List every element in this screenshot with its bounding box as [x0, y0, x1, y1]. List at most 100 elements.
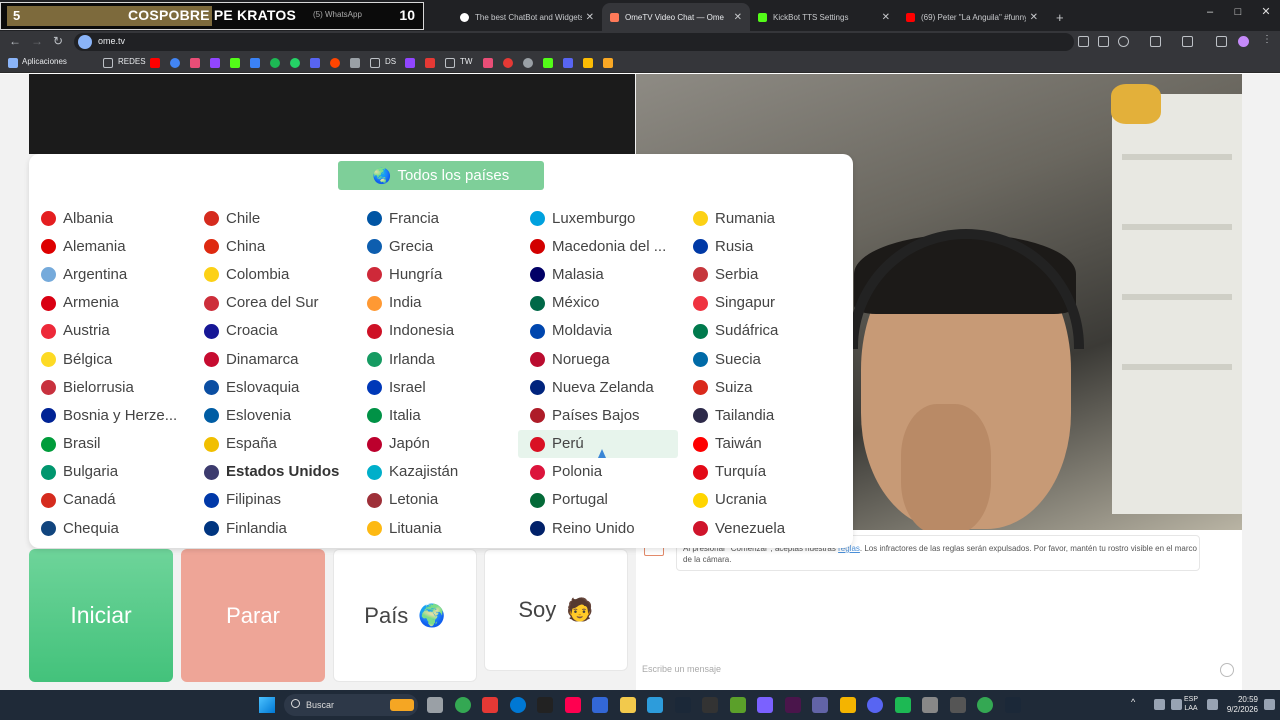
task-view-icon[interactable]: [427, 697, 443, 713]
bookmark-icon[interactable]: [190, 58, 200, 68]
bookmark-icon[interactable]: [563, 58, 573, 68]
country-option[interactable]: Reino Unido: [518, 514, 678, 542]
tray-chevron-icon[interactable]: ^: [1131, 697, 1142, 708]
app-icon[interactable]: [785, 697, 801, 713]
country-option[interactable]: Indonesia: [355, 317, 515, 345]
country-option[interactable]: Países Bajos: [518, 401, 678, 429]
bookmark-icon[interactable]: [523, 58, 533, 68]
bookmark-icon[interactable]: [543, 58, 553, 68]
country-option[interactable]: Eslovaquia: [192, 373, 352, 401]
new-tab-button[interactable]: +: [1048, 3, 1068, 31]
country-option[interactable]: México: [518, 289, 678, 317]
tiktok-icon[interactable]: [565, 697, 581, 713]
tab-chatbot-widgets[interactable]: The best ChatBot and Widgets ✕: [452, 3, 602, 31]
country-option[interactable]: Noruega: [518, 345, 678, 373]
country-option[interactable]: Francia: [355, 204, 515, 232]
settings-icon[interactable]: [922, 697, 938, 713]
minimize-button[interactable]: –: [1196, 0, 1224, 24]
edge-icon[interactable]: [510, 697, 526, 713]
country-option[interactable]: Bélgica: [29, 345, 189, 373]
chrome-icon[interactable]: [455, 697, 471, 713]
close-window-button[interactable]: ✕: [1252, 0, 1280, 24]
notes-icon[interactable]: [620, 697, 636, 713]
youtube-bookmark-icon[interactable]: [150, 58, 160, 68]
extensions-icon[interactable]: [1150, 36, 1161, 47]
network-icon[interactable]: [1171, 699, 1182, 710]
country-option[interactable]: Lituania: [355, 514, 515, 542]
country-option[interactable]: China: [192, 232, 352, 260]
bookmark-icon[interactable]: [425, 58, 435, 68]
country-option[interactable]: Luxemburgo: [518, 204, 678, 232]
clock[interactable]: 20:59 9/2/2026: [1227, 695, 1258, 715]
country-option[interactable]: Argentina: [29, 260, 189, 288]
country-option[interactable]: Hungría: [355, 260, 515, 288]
minecraft-icon[interactable]: [730, 697, 746, 713]
obs-icon[interactable]: [702, 697, 718, 713]
windows-start-icon[interactable]: [259, 697, 275, 713]
country-option[interactable]: India: [355, 289, 515, 317]
country-option[interactable]: Tailandia: [681, 401, 841, 429]
downloads-icon[interactable]: [1216, 36, 1227, 47]
country-option[interactable]: Filipinas: [192, 486, 352, 514]
country-option[interactable]: Irlanda: [355, 345, 515, 373]
country-option[interactable]: Bielorrusia: [29, 373, 189, 401]
country-option[interactable]: Kazajistán: [355, 458, 515, 486]
country-option[interactable]: Alemania: [29, 232, 189, 260]
gender-button[interactable]: Soy 🧑: [484, 549, 628, 671]
app-icon[interactable]: [482, 697, 498, 713]
country-option[interactable]: Letonia: [355, 486, 515, 514]
back-icon[interactable]: ←: [9, 34, 21, 48]
menu-kebab-icon[interactable]: ⋮: [1262, 34, 1273, 45]
country-option[interactable]: Suecia: [681, 345, 841, 373]
discord-bookmark-icon[interactable]: [310, 58, 320, 68]
discord-icon[interactable]: [867, 697, 883, 713]
country-option[interactable]: Nueva Zelanda: [518, 373, 678, 401]
country-option[interactable]: Malasia: [518, 260, 678, 288]
google-bookmark-icon[interactable]: [170, 58, 180, 68]
close-icon[interactable]: ✕: [882, 12, 890, 23]
country-option[interactable]: Macedonia del ...: [518, 232, 678, 260]
country-option[interactable]: Estados Unidos: [192, 458, 352, 486]
start-button[interactable]: Iniciar: [29, 549, 173, 682]
country-option[interactable]: España: [192, 430, 352, 458]
url-field[interactable]: ome.tv: [74, 33, 1074, 51]
volume-icon[interactable]: [1207, 699, 1218, 710]
country-option[interactable]: Rusia: [681, 232, 841, 260]
twitch-bookmark-icon[interactable]: [210, 58, 220, 68]
capcut-icon[interactable]: [537, 697, 553, 713]
bookmark-folder-tw[interactable]: TW: [460, 57, 472, 66]
bookmark-icon[interactable]: [405, 58, 415, 68]
country-option[interactable]: Serbia: [681, 260, 841, 288]
bookmark-apps[interactable]: Aplicaciones: [22, 57, 67, 66]
country-option[interactable]: Suiza: [681, 373, 841, 401]
country-option[interactable]: Venezuela: [681, 514, 841, 542]
country-option[interactable]: Ucrania: [681, 486, 841, 514]
all-countries-button[interactable]: 🌏 Todos los países: [338, 161, 544, 190]
country-option[interactable]: Eslovenia: [192, 401, 352, 429]
country-option[interactable]: Rumania: [681, 204, 841, 232]
country-option[interactable]: Croacia: [192, 317, 352, 345]
translate-icon[interactable]: [1078, 36, 1089, 47]
country-option[interactable]: Armenia: [29, 289, 189, 317]
tab-youtube[interactable]: (69) Peter "La Anguila" #funny ✕: [898, 3, 1046, 31]
country-option[interactable]: Grecia: [355, 232, 515, 260]
mail-icon[interactable]: [647, 697, 663, 713]
country-option[interactable]: Moldavia: [518, 317, 678, 345]
notifications-icon[interactable]: [1264, 699, 1275, 710]
file-explorer-icon[interactable]: [840, 697, 856, 713]
reddit-bookmark-icon[interactable]: [330, 58, 340, 68]
country-option[interactable]: Brasil: [29, 430, 189, 458]
stop-button[interactable]: Parar: [181, 549, 325, 682]
bookmark-icon[interactable]: [250, 58, 260, 68]
app-icon[interactable]: [895, 697, 911, 713]
bookmark-icon[interactable]: [583, 58, 593, 68]
share-icon[interactable]: [1098, 36, 1109, 47]
country-option[interactable]: Bulgaria: [29, 458, 189, 486]
app-icon[interactable]: [757, 697, 773, 713]
forward-icon[interactable]: →: [31, 34, 43, 48]
country-option[interactable]: Dinamarca: [192, 345, 352, 373]
bookmark-folder-ds[interactable]: DS: [385, 57, 396, 66]
country-option[interactable]: Italia: [355, 401, 515, 429]
bookmark-icon[interactable]: [483, 58, 493, 68]
country-button[interactable]: País 🌍: [333, 549, 477, 682]
